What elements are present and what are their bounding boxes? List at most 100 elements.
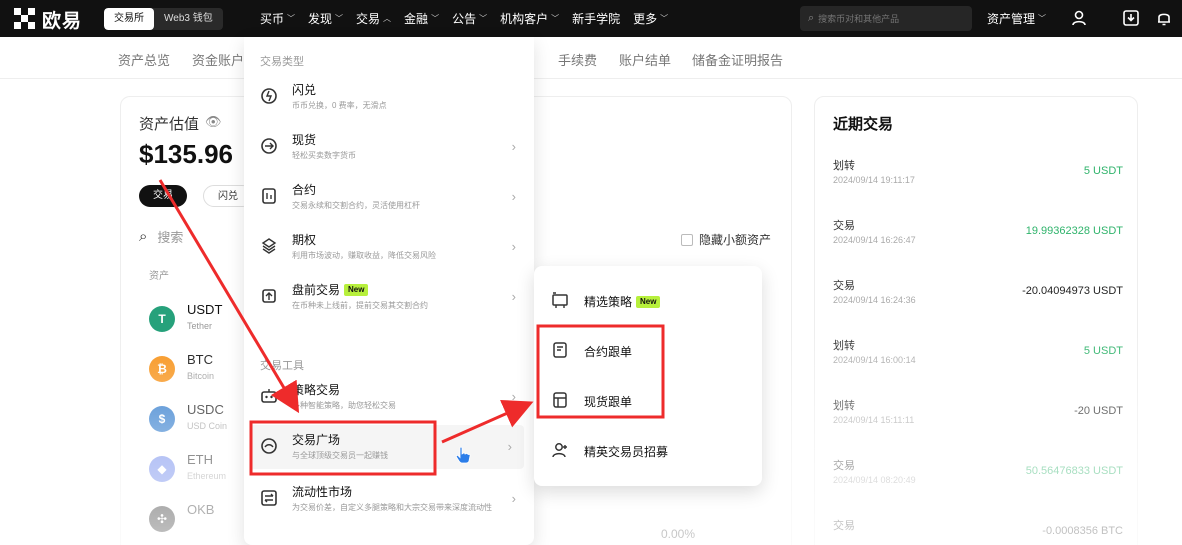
- nav-more[interactable]: 更多 ﹀: [633, 10, 668, 27]
- dd-item-description: 在币种未上线前，提前交易其交割合约: [292, 301, 428, 310]
- trade-amount: -20 USDT: [1074, 405, 1123, 417]
- checkbox[interactable]: [681, 233, 693, 246]
- chevron-right-icon: ›: [511, 491, 516, 506]
- dd-item-pre-market[interactable]: 盘前交易 New 在币种未上线前，提前交易其交割合约 ›: [244, 275, 534, 319]
- recent-trades-title: 近期交易: [833, 116, 894, 133]
- new-badge: New: [344, 283, 369, 296]
- asset-subnav: 资产总览 资金账户 手续费 账户结单 储备金证明报告: [0, 37, 1182, 79]
- futures-icon: [262, 188, 276, 204]
- dd-item-title: 交易广场: [292, 433, 341, 447]
- trading-bot-icon: [261, 389, 277, 403]
- coin-symbol: OKB: [187, 502, 215, 517]
- trade-type: 交易: [833, 520, 855, 532]
- dd-item-title: 流动性市场: [292, 485, 353, 499]
- dd-item-spot[interactable]: 现货 轻松买卖数字货币 ›: [244, 125, 534, 169]
- trade-row[interactable]: 划转 2024/09/14 15:11:11 -20 USDT: [833, 397, 1123, 437]
- nav-finance[interactable]: 金融 ﹀: [404, 10, 439, 27]
- trade-row[interactable]: 划转 2024/09/14 16:00:14 5 USDT: [833, 337, 1123, 377]
- dd-item-liquidity-market[interactable]: 流动性市场 为交易价差，自定义多腿策略和大宗交易带来深度流动性 ›: [244, 477, 534, 521]
- total-balance: $135.96: [139, 139, 233, 169]
- subnav-overview[interactable]: 资产总览: [118, 50, 170, 69]
- dd-item-description: 币币兑换，0 费率，无滑点: [292, 101, 387, 110]
- chevron-down-icon: ﹀: [287, 14, 296, 23]
- asset-search[interactable]: ⌕ 搜索: [139, 227, 183, 246]
- eye-icon[interactable]: 👁: [205, 114, 222, 130]
- logo-text: 欧易: [42, 10, 83, 32]
- coin-symbol: USDC: [187, 402, 224, 417]
- nav-institutional[interactable]: 机构客户 ﹀: [500, 10, 559, 27]
- subnav-fees[interactable]: 手续费: [558, 50, 597, 69]
- trade-amount: 19.99362328 USDT: [1025, 225, 1123, 237]
- dd-item-title: 策略交易: [292, 383, 341, 397]
- sm-item-selected-strategies[interactable]: 精选策略 New: [534, 280, 762, 320]
- sm-item-label: 精英交易员招募: [584, 445, 669, 459]
- nav-discover[interactable]: 发现 ﹀: [308, 10, 343, 27]
- subnav-proof-of-reserves[interactable]: 储备金证明报告: [692, 50, 783, 69]
- sm-item-futures-copy-trading[interactable]: 合约跟单: [534, 330, 762, 370]
- dd-item-title: 闪兑: [292, 83, 317, 97]
- dd-item-convert[interactable]: 闪兑币币兑换，0 费率，无滑点: [244, 75, 534, 119]
- usdc-coin-icon: $: [149, 406, 175, 432]
- global-search[interactable]: ⌕: [800, 6, 972, 31]
- sm-item-lead-trader-recruitment[interactable]: 精英交易员招募: [534, 430, 762, 470]
- new-badge: New: [636, 295, 661, 308]
- trade-date: 2024/09/14 16:26:47: [833, 235, 916, 245]
- dd-item-description: 多种智能策略，助您轻松交易: [292, 401, 396, 410]
- nav-trade[interactable]: 交易 ︿: [356, 10, 391, 27]
- asset-management-menu[interactable]: 资产管理 ﹀: [987, 0, 1046, 37]
- trade-date: 2024/09/14 08:20:49: [833, 475, 916, 485]
- options-icon: [261, 238, 277, 254]
- chevron-right-icon: ›: [511, 289, 516, 304]
- trade-row[interactable]: 交易 2024/09/14 08:20:49 50.56476833 USDT: [833, 457, 1123, 497]
- coin-symbol: ETH: [187, 452, 213, 467]
- user-icon[interactable]: [1070, 9, 1088, 27]
- trade-date: 2024/09/14 16:24:36: [833, 295, 916, 305]
- dd-item-trading-square[interactable]: 交易广场 与全球顶级交易员一起赚钱 ›: [250, 425, 524, 469]
- hide-small-assets-toggle[interactable]: 隐藏小额资产: [681, 231, 771, 248]
- download-icon[interactable]: [1122, 9, 1140, 27]
- trade-row[interactable]: 交易 2024/09/14 16:24:36 -20.04094973 USDT: [833, 277, 1123, 317]
- asset-search-label: 搜索: [157, 230, 184, 245]
- okx-logo[interactable]: 欧易: [14, 8, 83, 32]
- percentage-value: 0.00%: [661, 527, 696, 541]
- sm-item-label: 精选策略 New: [584, 293, 661, 310]
- trade-amount: 5 USDT: [1083, 165, 1123, 177]
- pre-market-icon: [262, 289, 276, 303]
- asset-valuation-title: 资产估值: [139, 116, 200, 133]
- section-trade-types: 交易类型: [260, 56, 304, 68]
- global-search-input[interactable]: [818, 13, 959, 24]
- sm-item-label: 合约跟单: [584, 345, 633, 359]
- trade-row[interactable]: 划转 2024/09/14 19:11:17 5 USDT: [833, 157, 1123, 197]
- trade-type: 划转: [833, 340, 855, 352]
- subnav-statements[interactable]: 账户结单: [619, 50, 671, 69]
- trade-date: 2024/09/14 15:11:11: [833, 415, 915, 425]
- chevron-down-icon: ﹀: [1038, 14, 1047, 23]
- coin-name: Bitcoin: [187, 371, 215, 381]
- tab-web3-wallet[interactable]: Web3 钱包: [154, 8, 223, 30]
- trade-type: 交易: [833, 280, 855, 292]
- spot-copy-icon: [553, 392, 567, 408]
- nav-buy-crypto[interactable]: 买币 ﹀: [260, 10, 295, 27]
- nav-academy[interactable]: 新手学院: [572, 10, 620, 27]
- subnav-funding-account[interactable]: 资金账户: [192, 50, 244, 69]
- sm-item-label: 现货跟单: [584, 395, 633, 409]
- trade-row[interactable]: 交易 -0.0008356 BTC: [833, 517, 1123, 545]
- dd-item-trading-bots[interactable]: 策略交易多种智能策略，助您轻松交易 ›: [244, 375, 534, 419]
- bell-icon[interactable]: [1155, 9, 1173, 27]
- coin-name: Tether: [187, 321, 213, 331]
- trade-type: 交易: [833, 460, 855, 472]
- chevron-down-icon: ﹀: [335, 14, 344, 23]
- dd-item-options[interactable]: 期权 利用市场波动，赚取收益，降低交易风险 ›: [244, 225, 534, 269]
- trade-row[interactable]: 交易 2024/09/14 16:26:47 19.99362328 USDT: [833, 217, 1123, 257]
- trade-type: 划转: [833, 160, 855, 172]
- nav-announcements[interactable]: 公告 ﹀: [452, 10, 487, 27]
- chevron-right-icon: ›: [511, 389, 516, 404]
- sm-item-spot-copy-trading[interactable]: 现货跟单: [534, 380, 762, 420]
- trade-pill-button[interactable]: 交易: [139, 185, 187, 207]
- top-navbar: 欧易 交易所 Web3 钱包 买币 ﹀ 发现 ﹀ 交易 ︿ 金融 ﹀ 公告 ﹀ 机构客户 ﹀…: [0, 0, 1182, 37]
- usdt-coin-icon: T: [149, 306, 175, 332]
- tab-exchange[interactable]: 交易所: [104, 8, 154, 30]
- dd-item-futures[interactable]: 合约 交易永续和交割合约，灵活使用杠杆 ›: [244, 175, 534, 219]
- chevron-down-icon: ﹀: [660, 14, 669, 23]
- trade-amount: -0.0008356 BTC: [1042, 525, 1123, 537]
